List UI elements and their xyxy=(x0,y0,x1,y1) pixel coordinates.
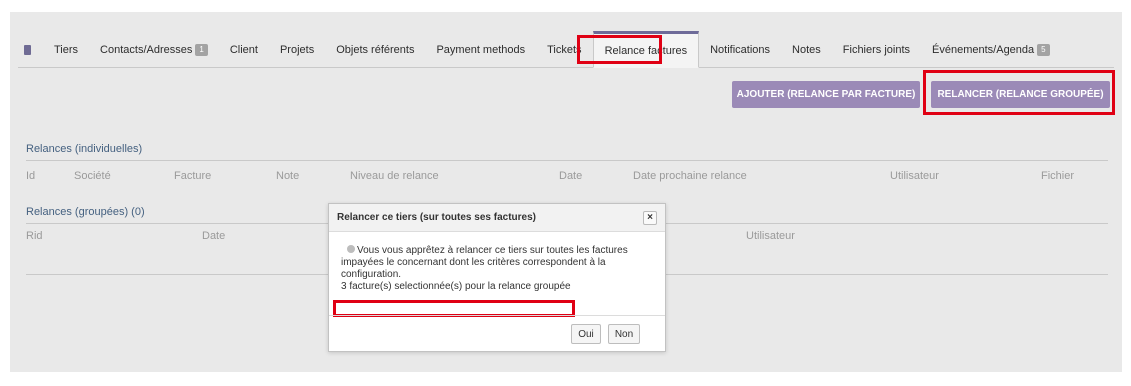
tab-notifications[interactable]: Notifications xyxy=(699,33,781,67)
col-niveau: Niveau de relance xyxy=(350,170,439,182)
count-badge: 5 xyxy=(1037,44,1050,56)
col-rid: Rid xyxy=(26,230,43,242)
dialog-info-text: Vous vous apprêtez à relancer ce tiers s… xyxy=(341,245,628,280)
col-date: Date xyxy=(559,170,583,182)
tab-label: Contacts/Adresses xyxy=(100,44,193,56)
selected-invoices-text: 3 facture(s) selectionnée(s) pour la rel… xyxy=(341,281,571,292)
tab-projets[interactable]: Projets xyxy=(269,33,325,67)
tab-fichiers-joints[interactable]: Fichiers joints xyxy=(832,33,921,67)
add-relance-button[interactable]: AJOUTER (RELANCE PAR FACTURE) xyxy=(732,81,920,108)
dialog-header: Relancer ce tiers (sur toutes ses factur… xyxy=(329,204,665,232)
page-content: Tiers Contacts/Adresses 1 Client Projets … xyxy=(10,12,1122,372)
col-utilisateur: Utilisateur xyxy=(746,230,795,242)
group-relance-button[interactable]: RELANCER (RELANCE GROUPÉE) xyxy=(931,81,1110,108)
col-note: Note xyxy=(276,170,300,182)
tab-label: Fichiers joints xyxy=(842,44,911,56)
close-icon[interactable]: × xyxy=(643,211,657,225)
tab-relance-factures[interactable]: Relance factures xyxy=(592,31,700,68)
tab-objets-referents[interactable]: Objets référents xyxy=(325,33,425,67)
tab-contacts[interactable]: Contacts/Adresses 1 xyxy=(89,33,219,67)
col-date-prochaine: Date prochaine relance xyxy=(633,170,747,182)
tab-label: Notes xyxy=(792,44,821,56)
col-utilisateur: Utilisateur xyxy=(890,170,939,182)
tab-label: Événements/Agenda xyxy=(932,44,1035,56)
col-id: Id xyxy=(26,170,36,182)
col-societe: Société xyxy=(74,170,111,182)
tab-label: Objets référents xyxy=(336,44,415,56)
dialog-body: Vous vous apprêtez à relancer ce tiers s… xyxy=(341,245,659,293)
tab-notes[interactable]: Notes xyxy=(781,33,832,67)
yes-button[interactable]: Oui xyxy=(571,324,601,344)
col-facture: Facture xyxy=(174,170,212,182)
tab-label: Projets xyxy=(279,44,315,56)
tab-label: Notifications xyxy=(710,44,771,56)
tab-label: Payment methods xyxy=(436,44,526,56)
tab-evenements-agenda[interactable]: Événements/Agenda 5 xyxy=(921,33,1061,67)
tab-label: Client xyxy=(229,44,258,56)
tab-label: Relance factures xyxy=(604,44,688,57)
tab-label: Tickets xyxy=(547,44,582,56)
divider xyxy=(26,160,1108,161)
col-fichier: Fichier xyxy=(1041,170,1075,182)
tab-bar: Tiers Contacts/Adresses 1 Client Projets … xyxy=(18,22,1114,68)
divider xyxy=(329,315,665,316)
relance-dialog: Relancer ce tiers (sur toutes ses factur… xyxy=(328,203,666,352)
building-icon xyxy=(24,45,31,55)
dialog-title: Relancer ce tiers (sur toutes ses factur… xyxy=(337,212,536,223)
grouped-section-title: Relances (groupées) (0) xyxy=(26,206,145,218)
no-button[interactable]: Non xyxy=(608,324,640,344)
tab-thirdparty-icon[interactable] xyxy=(18,33,43,67)
tab-payment-methods[interactable]: Payment methods xyxy=(425,33,536,67)
col-date: Date xyxy=(202,230,226,242)
tab-client[interactable]: Client xyxy=(219,33,269,67)
tab-tiers[interactable]: Tiers xyxy=(43,33,89,67)
info-icon xyxy=(347,245,355,253)
count-badge: 1 xyxy=(195,44,208,56)
tab-tickets[interactable]: Tickets xyxy=(536,33,592,67)
individual-section-title: Relances (individuelles) xyxy=(26,143,143,155)
tab-label: Tiers xyxy=(54,44,79,56)
